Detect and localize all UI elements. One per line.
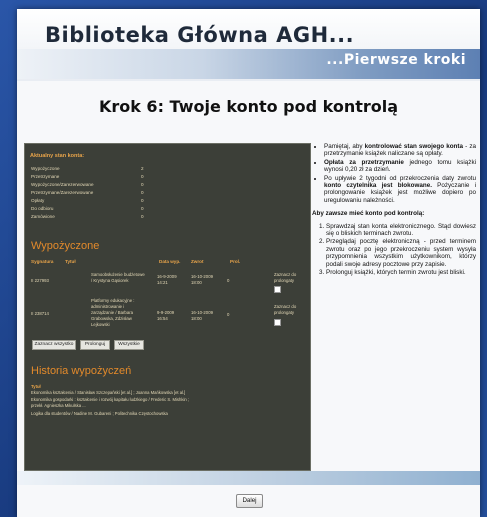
tips-subheading: Aby zawsze mieć konto pod kontrolą: [312,210,425,218]
step-title: Krok 6: Twoje konto pod kontrolą [98,97,399,116]
history-heading: Historia wypożyczeń [31,365,132,377]
step-item: Prolonguj książki, których termin zwrotu… [326,269,476,276]
tip-item: Pamiętaj, aby kontrolować stan swojego k… [324,143,476,158]
account-row: Wypożyczone 2 [31,166,144,171]
step-item: Sprawdzaj stan konta elektronicznego. St… [326,223,476,238]
history-line: przekł. Agnieszka Mikulska ... [31,403,86,408]
step-item: Przeglądaj pocztę elektroniczną - przed … [326,238,476,268]
history-line: Ekonomika kształcenia / Stanisław Szczep… [31,390,186,395]
extend-button[interactable]: Prolonguj [80,340,110,350]
tip-item: Po upływie 2 tygodni od przekroczenia da… [324,175,476,205]
account-row: Do odbioru 0 [31,206,144,211]
tutorial-page: Biblioteka Główna AGH... ...Pierwsze kro… [17,9,480,517]
account-status-title: Aktualny stan konta: [30,153,85,159]
tips-list: Pamiętaj, aby kontrolować stan swojego k… [314,143,476,204]
account-row: Zamówione 0 [31,214,144,219]
all-button[interactable]: Wszystkie [114,340,144,350]
account-row: Opłaty 0 [31,198,144,203]
header: Biblioteka Główna AGH... ...Pierwsze kro… [17,9,480,81]
loans-heading: Wypożyczone [31,240,100,252]
tips-panel: Pamiętaj, aby kontrolować stan swojego k… [312,143,476,278]
brand-title: Biblioteka Główna AGH... [45,23,355,47]
tagline: ...Pierwsze kroki [326,52,466,68]
tips-steps: Sprawdzaj stan konta elektronicznego. St… [314,223,476,277]
select-all-button[interactable]: Zaznacz wszystko [32,340,76,350]
account-row: Wypożyczone/Zarezerwowane 0 [31,182,144,187]
extend-checkbox[interactable] [274,286,281,293]
extend-checkbox[interactable] [274,319,281,326]
account-row: Przetrzymane 0 [31,174,144,179]
account-row: Przetrzymane/Zarezerwowane 0 [31,190,144,195]
next-button[interactable]: Dalej [236,494,263,508]
footer-band [17,471,480,485]
tip-item: Opłata za przetrzymanie jednego tomu ksi… [324,159,476,174]
history-line: Logika dla studentów / Nadine M. Gubaren… [31,411,168,416]
account-screenshot: Aktualny stan konta: Wypożyczone 2 Przetr… [24,143,311,471]
